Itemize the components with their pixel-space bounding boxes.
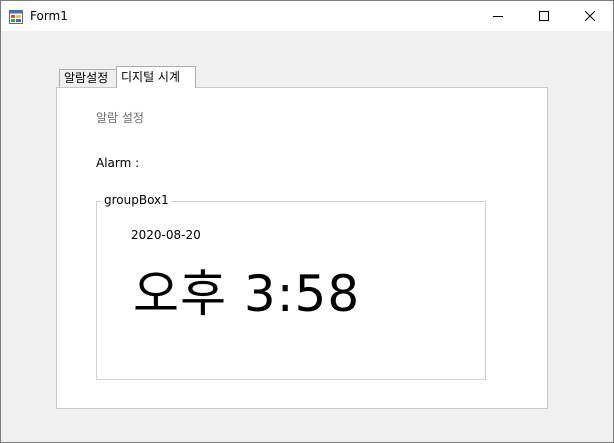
main-window: Form1 알람설정 디지털 시계 알람 설정 Alarm : groupBox… <box>0 0 614 443</box>
minimize-button[interactable] <box>475 1 521 31</box>
title-bar[interactable]: Form1 <box>1 1 613 31</box>
tab-digital-clock[interactable]: 디지털 시계 <box>116 66 196 88</box>
winforms-app-icon[interactable] <box>9 9 23 24</box>
alarm-label: Alarm : <box>96 156 140 170</box>
time-label: 오후 3:58 <box>133 265 361 323</box>
close-button[interactable] <box>567 1 613 31</box>
alarm-settings-label: 알람 설정 <box>96 111 144 125</box>
maximize-icon <box>539 11 549 21</box>
date-label: 2020-08-20 <box>131 228 201 242</box>
close-icon <box>585 11 595 21</box>
window-title: Form1 <box>30 9 68 23</box>
maximize-button[interactable] <box>521 1 567 31</box>
minimize-icon <box>493 11 503 21</box>
groupbox-title: groupBox1 <box>102 192 171 208</box>
tab-alarm-settings[interactable]: 알람설정 <box>59 69 117 87</box>
